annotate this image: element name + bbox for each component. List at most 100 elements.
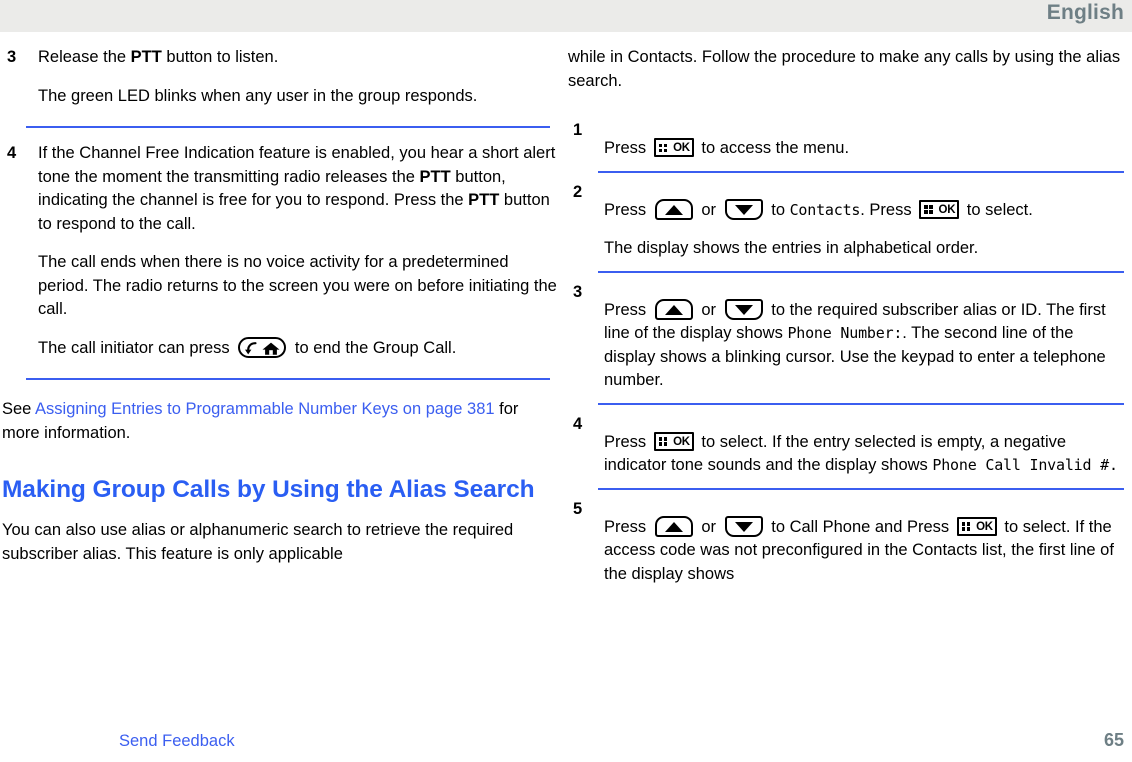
down-triangle-glyph (734, 204, 753, 215)
step-number: 1 (573, 121, 583, 139)
step-lead-after: button to listen. (161, 48, 279, 66)
step-text-part-2: or (701, 200, 717, 219)
step-paragraph-1: If the Channel Free Indication feature i… (38, 142, 558, 236)
step-lead-before: Release the (38, 48, 131, 66)
step-text: Press OK to select. If the entry selecte… (604, 431, 1124, 478)
up-arrow-key-icon (654, 515, 693, 537)
section-heading: Making Group Calls by Using the Alias Se… (2, 476, 535, 503)
cross-reference-link[interactable]: Assigning Entries to Programmable Number… (35, 400, 495, 418)
step-text-part-5: to select. (966, 200, 1033, 219)
step-body: Release the PTT button to listen. The gr… (38, 46, 558, 108)
down-arrow-key-icon (724, 198, 763, 220)
p3-part-b: to end the Group Call. (294, 338, 457, 357)
step-item-4: 4 If the Channel Free Indication feature… (2, 142, 558, 360)
display-text-invalid: Phone Call Invalid #. (932, 456, 1118, 474)
step-text: Press OK to access the menu. (604, 137, 1124, 161)
step-number: 3 (7, 48, 17, 66)
p3-part-a: The call initiator can press (38, 338, 230, 357)
menu-ok-key-icon: OK (919, 199, 960, 219)
step-text: Press or to Call Phone and Press OK to s… (604, 515, 1124, 587)
step-item-1: 1 Press OK to access the menu. (568, 121, 1124, 161)
display-text-phone-number: Phone Number: (787, 324, 903, 342)
step-text-part-2: or (701, 517, 717, 536)
step-text-part-1: Press (604, 139, 647, 157)
step-body: Press OK to select. If the entry selecte… (604, 431, 1124, 478)
continuation-paragraph: while in Contacts. Follow the procedure … (568, 48, 1121, 90)
down-triangle-glyph (734, 521, 753, 532)
step-number: 3 (573, 282, 583, 301)
right-step-list-1: 1 Press OK to access the menu. (568, 121, 1124, 161)
ok-label-glyph: OK (938, 203, 956, 216)
left-step-list-2: 4 If the Channel Free Indication feature… (2, 142, 558, 360)
step-text: Press or to the required subscriber alia… (604, 298, 1124, 393)
left-column: 3 Release the PTT button to listen. The … (2, 46, 558, 566)
see-also-paragraph: See Assigning Entries to Programmable Nu… (2, 398, 558, 445)
step-text-part-3: to Call Phone and Press (771, 517, 950, 536)
step-body: Press or to Contacts. Press OK to select… (604, 198, 1124, 261)
step-paragraph-2: The call ends when there is no voice act… (38, 253, 557, 318)
right-step-list-3: 3 Press or to the required subscriber al… (568, 283, 1124, 393)
step-text-part-2: or (701, 300, 717, 319)
left-step-list: 3 Release the PTT button to listen. The … (2, 46, 558, 108)
two-column-body: 3 Release the PTT button to listen. The … (0, 46, 1132, 726)
page-header-band (0, 0, 1132, 32)
page-footer: Send Feedback 65 (0, 726, 1132, 762)
page-number: 65 (1103, 730, 1124, 750)
display-text-contacts: Contacts (789, 200, 861, 219)
step-item-3: 3 Release the PTT button to listen. The … (2, 46, 558, 108)
right-column: while in Contacts. Follow the procedure … (568, 46, 1124, 586)
step-text-part-1: Press (604, 300, 647, 319)
down-triangle-glyph (734, 304, 753, 315)
step-result-text: The display shows the entries in alphabe… (604, 239, 979, 257)
step-text: Press or to Contacts. Press OK to select… (604, 198, 1124, 223)
step-item-3: 3 Press or to the required subscriber al… (568, 283, 1124, 393)
step-body: Press or to Call Phone and Press OK to s… (604, 515, 1124, 587)
ok-label-glyph: OK (976, 520, 993, 533)
menu-ok-key-icon: OK (653, 138, 694, 157)
document-page: English 3 Release the PTT button to list… (0, 0, 1132, 762)
step-item-5: 5 Press or to Call Phone and Press OK to… (568, 500, 1124, 587)
step-text-part-1: Press (604, 432, 647, 451)
up-arrow-key-icon (654, 298, 693, 320)
right-step-list-5: 5 Press or to Call Phone and Press OK to… (568, 500, 1124, 587)
menu-ok-key-icon: OK (956, 516, 997, 536)
header-language-label: English (1046, 1, 1124, 24)
step-body: Press or to the required subscriber alia… (604, 298, 1124, 393)
p1-bold-ptt-2: PTT (468, 191, 500, 209)
step-paragraph-3: The call initiator can press to end the … (38, 336, 558, 361)
step-number: 4 (7, 144, 17, 162)
step-item-2: 2 Press or to Contacts. Press OK to sele… (568, 183, 1124, 261)
ok-label-glyph: OK (673, 142, 690, 154)
send-feedback-link[interactable]: Send Feedback (119, 732, 235, 751)
step-body: Press OK to access the menu. (604, 137, 1124, 161)
right-step-list-4: 4 Press OK to select. If the entry selec… (568, 415, 1124, 478)
menu-grid-glyph (961, 522, 971, 531)
menu-grid-glyph (658, 437, 668, 446)
menu-ok-key-icon: OK (653, 431, 694, 451)
step-number: 5 (573, 499, 583, 518)
up-triangle-glyph (664, 204, 683, 215)
ok-label-glyph: OK (673, 435, 690, 448)
up-triangle-glyph (664, 304, 683, 315)
step-text-part-4: . Press (860, 200, 912, 219)
step-number: 2 (573, 182, 583, 201)
section-intro-paragraph: You can also use alias or alphanumeric s… (2, 521, 514, 563)
p1-bold-ptt-1: PTT (419, 167, 451, 186)
step-body: If the Channel Free Indication feature i… (38, 142, 558, 360)
step-lead-bold: PTT (130, 48, 162, 66)
see-also-prefix: See (2, 400, 36, 418)
step-text-part-2: to access the menu. (701, 139, 850, 157)
step-text-part-1: Press (604, 200, 647, 219)
up-triangle-glyph (664, 521, 683, 532)
menu-grid-glyph (924, 205, 933, 214)
up-arrow-key-icon (654, 198, 693, 220)
down-arrow-key-icon (724, 515, 763, 537)
step-lead-text: Release the PTT button to listen. (38, 46, 558, 70)
back-home-key-icon (238, 336, 287, 358)
step-item-4: 4 Press OK to select. If the entry selec… (568, 415, 1124, 478)
step-result-text: The green LED blinks when any user in th… (38, 86, 478, 105)
menu-grid-glyph (658, 143, 668, 153)
step-text-part-1: Press (604, 517, 647, 536)
right-step-list-2: 2 Press or to Contacts. Press OK to sele… (568, 183, 1124, 261)
step-text-part-3: to (771, 200, 790, 219)
